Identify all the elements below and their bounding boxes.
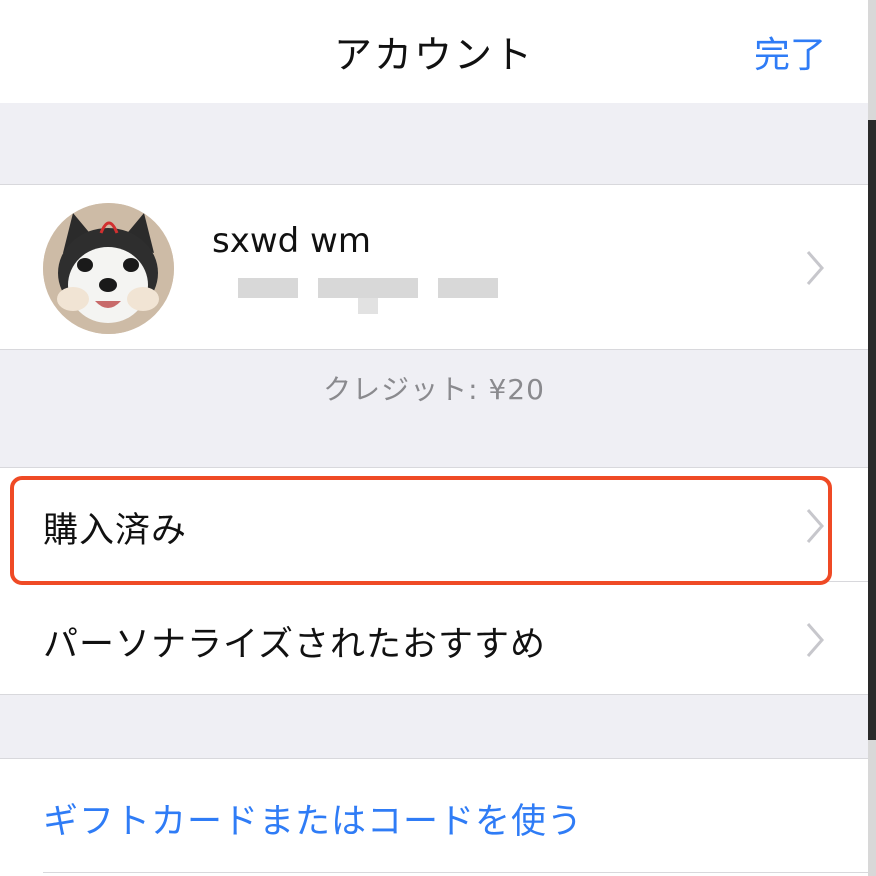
navigation-bar: アカウント 完了 <box>0 0 868 103</box>
done-button[interactable]: 完了 <box>754 26 826 78</box>
page-title: アカウント <box>333 33 534 77</box>
account-profile-row[interactable]: sxwd wm <box>0 184 868 350</box>
chevron-right-icon <box>806 251 824 285</box>
personalized-recommendations-row[interactable]: パーソナライズされたおすすめ <box>0 582 868 694</box>
avatar <box>43 203 174 334</box>
screen-edge <box>868 0 876 876</box>
account-screen: アカウント 完了 sxwd wm クレジット: ¥20 購入済み パーソナライズ… <box>0 0 868 876</box>
personalized-recommendations-label: パーソナライズされたおすすめ <box>43 625 546 665</box>
credit-balance: クレジット: ¥20 <box>323 373 545 406</box>
purchased-row[interactable]: 購入済み <box>0 468 868 580</box>
redeem-gift-card-row[interactable]: ギフトカードまたはコードを使う <box>0 759 868 871</box>
purchased-label: 購入済み <box>43 511 188 551</box>
chevron-right-icon <box>806 623 824 657</box>
husky-dog-avatar-icon <box>43 203 174 334</box>
settings-group: 購入済み パーソナライズされたおすすめ <box>0 467 868 695</box>
chevron-right-icon <box>806 509 824 543</box>
account-name: sxwd wm <box>212 221 371 261</box>
redeem-group: ギフトカードまたはコードを使う <box>0 758 868 876</box>
row-divider <box>43 872 868 873</box>
redeem-gift-card-link[interactable]: ギフトカードまたはコードを使う <box>43 793 583 844</box>
